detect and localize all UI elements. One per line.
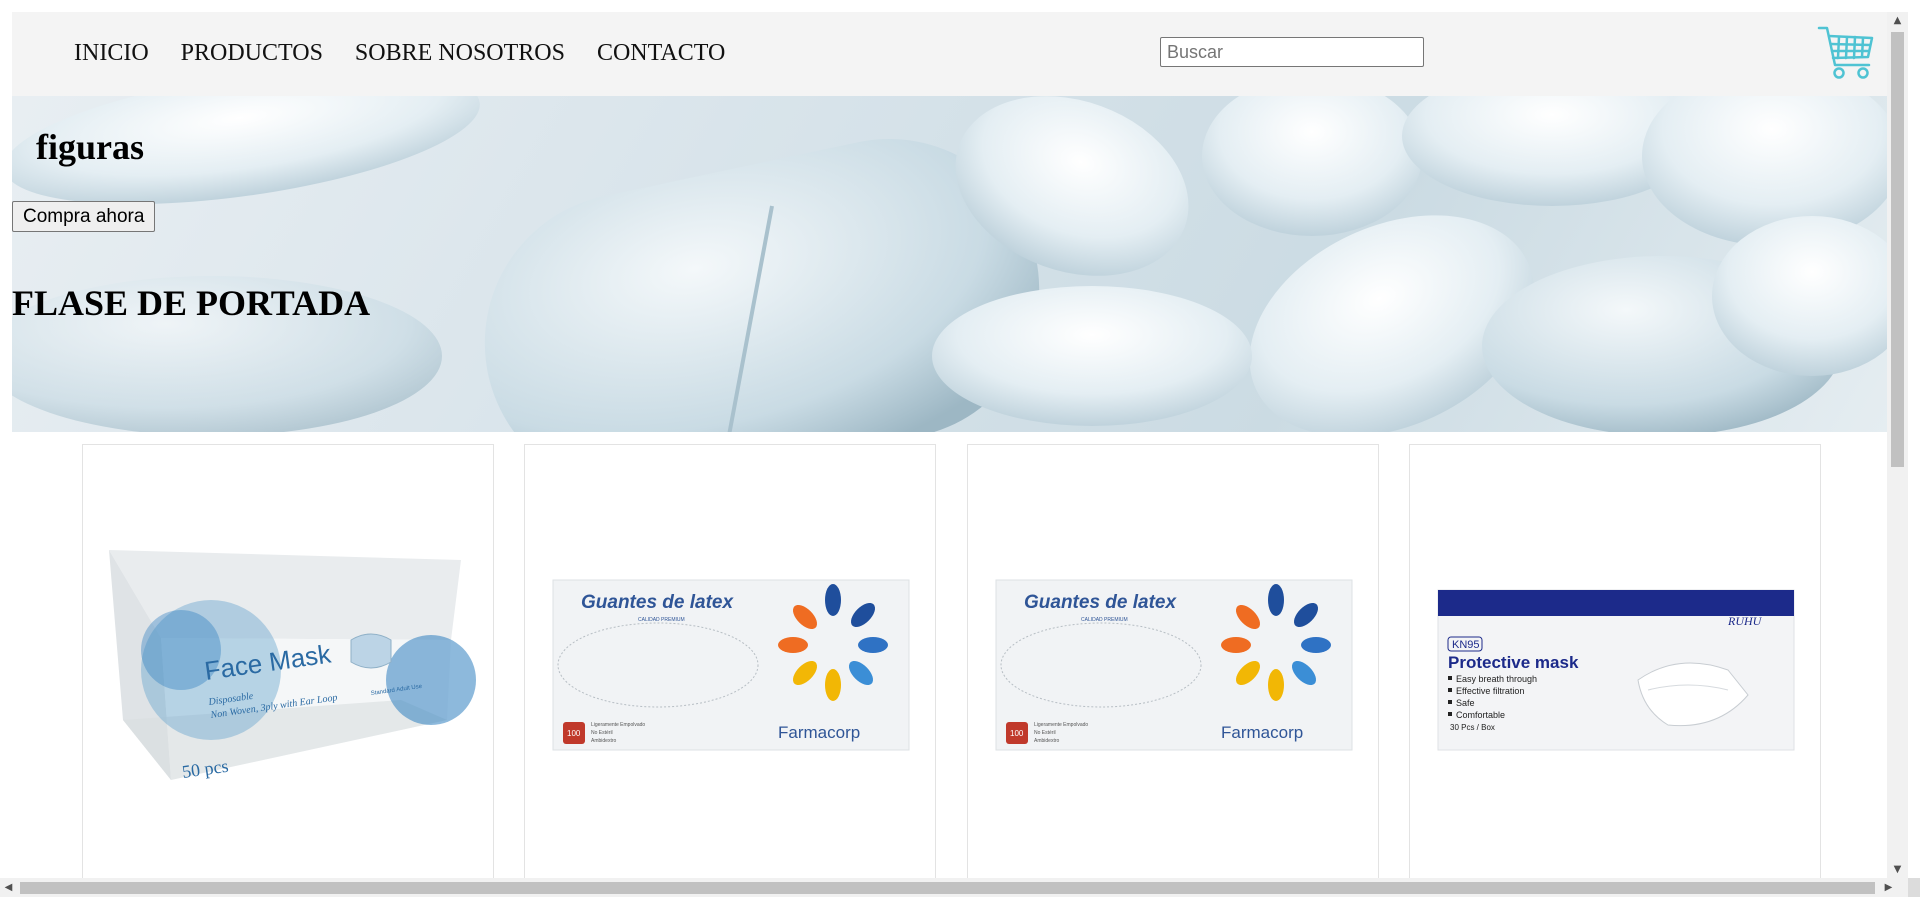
hero-title: figuras [36, 127, 144, 167]
product-card[interactable]: Face Mask Disposable Non Woven, 3ply wit… [82, 444, 494, 878]
gloves-count: 100 [567, 729, 581, 738]
gloves-count: 100 [1010, 729, 1024, 738]
gloves-note1: Ligeramente Empolvado [591, 722, 645, 728]
search-input[interactable] [1160, 37, 1424, 67]
horizontal-scroll-thumb[interactable] [20, 882, 1875, 894]
scroll-left-arrow-icon[interactable]: ◀ [0, 878, 17, 897]
hero-banner: figuras Compra ahora FLASE DE PORTADA [12, 96, 1887, 432]
product-card[interactable]: Guantes de latex CALIDAD PREMIUM 100 Lig… [524, 444, 936, 878]
kn95-bullet-2: Effective filtration [1456, 686, 1524, 696]
kn95-brand: RUHU [1727, 614, 1763, 628]
kn95-bullet-4: Comfortable [1456, 710, 1505, 720]
scroll-up-arrow-icon[interactable]: ▲ [1887, 12, 1908, 29]
gloves-sub: CALIDAD PREMIUM [1081, 617, 1128, 623]
shopping-cart-icon[interactable] [1817, 25, 1875, 81]
kn95-title: Protective mask [1448, 653, 1579, 672]
gloves-brand: Farmacorp [1221, 723, 1303, 742]
scroll-right-arrow-icon[interactable]: ▶ [1880, 878, 1897, 897]
hero-heading: FLASE DE PORTADA [12, 283, 371, 323]
gloves-title: Guantes de latex [581, 592, 734, 613]
kn95-count: 30 Pcs / Box [1450, 723, 1495, 732]
main-nav: INICIO PRODUCTOS SOBRE NOSOTROS CONTACTO [74, 40, 757, 67]
kn95-bullet-1: Easy breath through [1456, 674, 1537, 684]
top-navbar: INICIO PRODUCTOS SOBRE NOSOTROS CONTACTO [12, 12, 1887, 96]
product-image-latex-gloves: Guantes de latex CALIDAD PREMIUM 100 Lig… [995, 579, 1353, 751]
gloves-brand: Farmacorp [778, 723, 860, 742]
gloves-note2: No Estéril [591, 730, 613, 736]
product-card[interactable]: RUHU KN95 Protective mask Easy breath th… [1409, 444, 1821, 878]
gloves-note3: Ambidextro [1034, 738, 1060, 744]
nav-productos[interactable]: PRODUCTOS [181, 40, 323, 67]
buy-now-button[interactable]: Compra ahora [12, 201, 156, 232]
vertical-scroll-thumb[interactable] [1891, 32, 1904, 467]
vertical-scrollbar[interactable]: ▲ ▼ [1887, 12, 1908, 878]
nav-inicio[interactable]: INICIO [74, 40, 149, 67]
scrollbar-corner [1908, 878, 1920, 897]
kn95-badge: KN95 [1452, 639, 1480, 651]
page-frame: INICIO PRODUCTOS SOBRE NOSOTROS CONTACTO [12, 12, 1887, 878]
nav-contacto[interactable]: CONTACTO [597, 40, 725, 67]
gloves-sub: CALIDAD PREMIUM [638, 617, 685, 623]
product-image-latex-gloves: Guantes de latex CALIDAD PREMIUM 100 Lig… [552, 579, 910, 751]
nav-sobre-nosotros[interactable]: SOBRE NOSOTROS [355, 40, 565, 67]
kn95-bullet-3: Safe [1456, 698, 1475, 708]
product-image-kn95-mask: RUHU KN95 Protective mask Easy breath th… [1437, 589, 1795, 751]
product-card[interactable]: Guantes de latex CALIDAD PREMIUM 100 Lig… [967, 444, 1379, 878]
gloves-note3: Ambidextro [591, 738, 617, 744]
product-grid: Face Mask Disposable Non Woven, 3ply wit… [12, 444, 1887, 878]
pills-background-image [12, 96, 1887, 432]
gloves-title: Guantes de latex [1024, 592, 1177, 613]
gloves-note1: Ligeramente Empolvado [1034, 722, 1088, 728]
horizontal-scrollbar[interactable]: ◀ ▶ [0, 878, 1908, 897]
scroll-down-arrow-icon[interactable]: ▼ [1887, 861, 1908, 878]
gloves-note2: No Estéril [1034, 730, 1056, 736]
product-image-face-mask: Face Mask Disposable Non Woven, 3ply wit… [109, 550, 476, 782]
